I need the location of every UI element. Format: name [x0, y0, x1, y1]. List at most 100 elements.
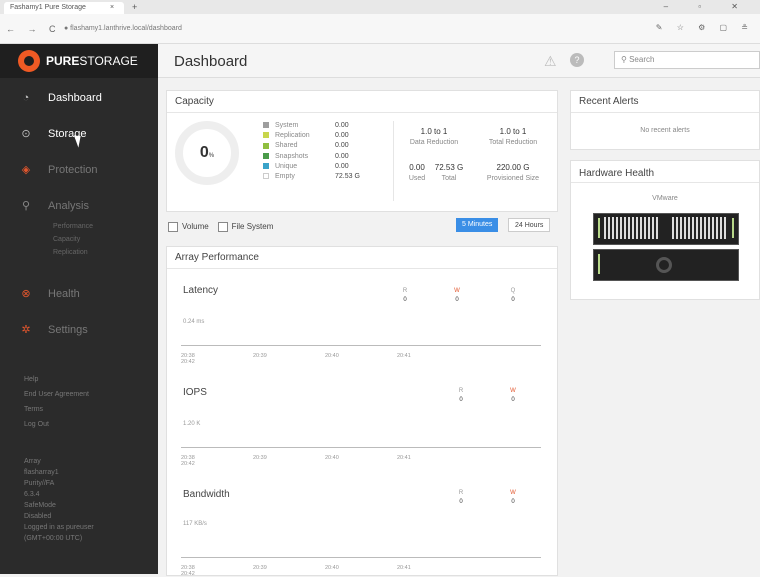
terms-link[interactable]: Terms: [24, 402, 89, 417]
array-info: Array flasharray1 Purity//FA 6.3.4 SafeM…: [24, 456, 94, 544]
hardware-controller[interactable]: [593, 249, 739, 281]
volume-checkbox[interactable]: [168, 222, 178, 232]
logged-in-user: Logged in as pureuser: [24, 524, 94, 531]
legend-value: 72.53 G: [335, 173, 360, 181]
capacity-percent-unit: %: [208, 153, 215, 159]
magnify-icon: ⚲: [21, 200, 31, 212]
sidebar-links: Help End User Agreement Terms Log Out: [24, 372, 89, 432]
iops-scale: 1.20 K: [183, 421, 201, 427]
capacity-divider: [393, 121, 394, 201]
sidebar-item-settings[interactable]: ✲ Settings: [0, 312, 158, 348]
sidebar-item-label: Settings: [48, 324, 88, 336]
new-tab-icon[interactable]: +: [132, 2, 137, 12]
legend-unique: Unique: [263, 162, 310, 172]
hardware-chassis[interactable]: [593, 213, 739, 245]
total-stat: 72.53 G Total: [434, 163, 464, 182]
timezone: (GMT+00:00 UTC): [24, 535, 83, 542]
sidebar-item-analysis[interactable]: ⚲ Analysis: [0, 188, 158, 224]
warning-icon[interactable]: ⚠: [544, 53, 557, 70]
range-5-minutes-button[interactable]: 5 Minutes: [456, 218, 499, 232]
purity-app: PURESTORAGE ◔ Dashboard ⊙ Storage ◈ Prot…: [0, 44, 760, 577]
legend-value: 0.00: [335, 122, 349, 129]
sidebar: PURESTORAGE ◔ Dashboard ⊙ Storage ◈ Prot…: [0, 44, 158, 574]
volume-label: Volume: [182, 222, 209, 232]
array-name: flasharray1: [24, 469, 59, 476]
browser-tab-title: Fashamy1 Pure Storage: [10, 4, 86, 11]
legend-swatch: [263, 122, 269, 129]
window-controls[interactable]: – ▫ ✕: [664, 2, 752, 11]
filter-row: Volume File System: [168, 222, 273, 232]
subnav-performance[interactable]: Performance: [53, 220, 93, 233]
used-stat: 0.00 Used: [408, 163, 426, 182]
recent-alerts-title: Recent Alerts: [571, 91, 759, 113]
file-system-checkbox[interactable]: [217, 222, 228, 232]
safemode-status: Disabled: [24, 513, 52, 520]
array-label: Array: [24, 458, 41, 465]
legend-empty: Empty: [263, 172, 310, 182]
no-alerts-text: No recent alerts: [640, 127, 690, 134]
dashboard-icon: ◔: [22, 92, 30, 104]
bandwidth-title: Bandwidth: [183, 489, 230, 500]
search-icon: ⚲: [621, 55, 630, 64]
provisioned-stat: 220.00 G Provisioned Size: [486, 163, 540, 182]
recent-alerts-card: Recent Alerts No recent alerts: [570, 90, 760, 150]
legend-swatch: [263, 132, 269, 139]
latency-read: R0: [402, 288, 408, 303]
page-title: Dashboard: [174, 53, 248, 70]
capacity-percent: 0: [199, 144, 209, 161]
latency-queue: Q0: [510, 288, 516, 303]
shield-icon: ◈: [21, 164, 31, 176]
hardware-model-label: VMware: [652, 195, 678, 202]
sidebar-item-health[interactable]: ⊗ Health: [0, 276, 158, 312]
bandwidth-write: W0: [510, 490, 516, 505]
legend-value: 0.00: [335, 162, 349, 170]
array-performance-card: Array Performance Latency 0.24 ms R0 W0 …: [166, 246, 558, 577]
sidebar-item-label: Protection: [48, 164, 98, 176]
bandwidth-scale: 117 KB/s: [183, 521, 207, 527]
latency-scale: 0.24 ms: [183, 319, 205, 325]
browser-nav-buttons[interactable]: ← → C: [6, 24, 61, 34]
search-placeholder: Search: [629, 55, 655, 64]
address-bar[interactable]: ● flashamy1.lanthrive.local/dashboard: [60, 22, 620, 36]
legend-snapshots: Snapshots: [263, 152, 310, 162]
subnav-replication[interactable]: Replication: [53, 246, 93, 259]
legend-shared: Shared: [263, 141, 310, 151]
pure-logo-icon: [18, 50, 40, 72]
safemode-label: SafeMode: [24, 502, 56, 509]
legend-value: 0.00: [335, 142, 349, 150]
purity-version: 6.3.4: [24, 491, 40, 498]
legend-replication: Replication: [263, 131, 310, 141]
help-link[interactable]: Help: [24, 372, 89, 387]
legend-swatch: [263, 142, 269, 149]
latency-title: Latency: [183, 285, 219, 296]
subnav-capacity[interactable]: Capacity: [53, 233, 93, 246]
gear-icon: ✲: [21, 324, 31, 336]
iops-ticks: 20:38 20:39 20:40 20:4120:42: [181, 455, 411, 467]
latency-ticks: 20:38 20:39 20:40 20:4120:42: [181, 353, 411, 365]
eula-link[interactable]: End User Agreement: [24, 387, 89, 402]
search-input[interactable]: ⚲ Search: [614, 51, 760, 69]
browser-tab[interactable]: Fashamy1 Pure Storage ×: [4, 2, 124, 14]
legend-value: 0.00: [335, 132, 349, 140]
range-24-hours-button[interactable]: 24 Hours: [508, 218, 551, 232]
logout-link[interactable]: Log Out: [24, 417, 89, 432]
legend-swatch: [263, 162, 269, 169]
help-icon[interactable]: ?: [570, 53, 584, 67]
sidebar-item-dashboard[interactable]: ◔ Dashboard: [0, 80, 158, 116]
capacity-card: Capacity 0% System Replication Shared Sn…: [166, 90, 558, 212]
analysis-subnav: Performance Capacity Replication: [53, 220, 93, 259]
browser-tab-strip: Fashamy1 Pure Storage × + – ▫ ✕: [0, 0, 760, 14]
topbar: Dashboard ⚠ ? ⚲ Search: [158, 44, 760, 78]
latency-write: W0: [454, 288, 460, 303]
storage-icon: ⊙: [21, 128, 31, 140]
sidebar-item-label: Health: [48, 288, 80, 300]
capacity-legend: System Replication Shared Snapshots Uniq…: [263, 121, 310, 182]
sidebar-item-label: Dashboard: [48, 92, 102, 104]
hardware-health-title: Hardware Health: [571, 161, 759, 183]
extension-icons[interactable]: ✎ ☆ ⚙ ▢ ≗: [656, 23, 754, 32]
close-tab-icon[interactable]: ×: [110, 4, 114, 11]
file-system-label: File System: [231, 222, 274, 232]
bandwidth-read: R0: [458, 490, 464, 505]
sidebar-item-protection[interactable]: ◈ Protection: [0, 152, 158, 188]
brand-logo[interactable]: PURESTORAGE: [0, 44, 158, 78]
